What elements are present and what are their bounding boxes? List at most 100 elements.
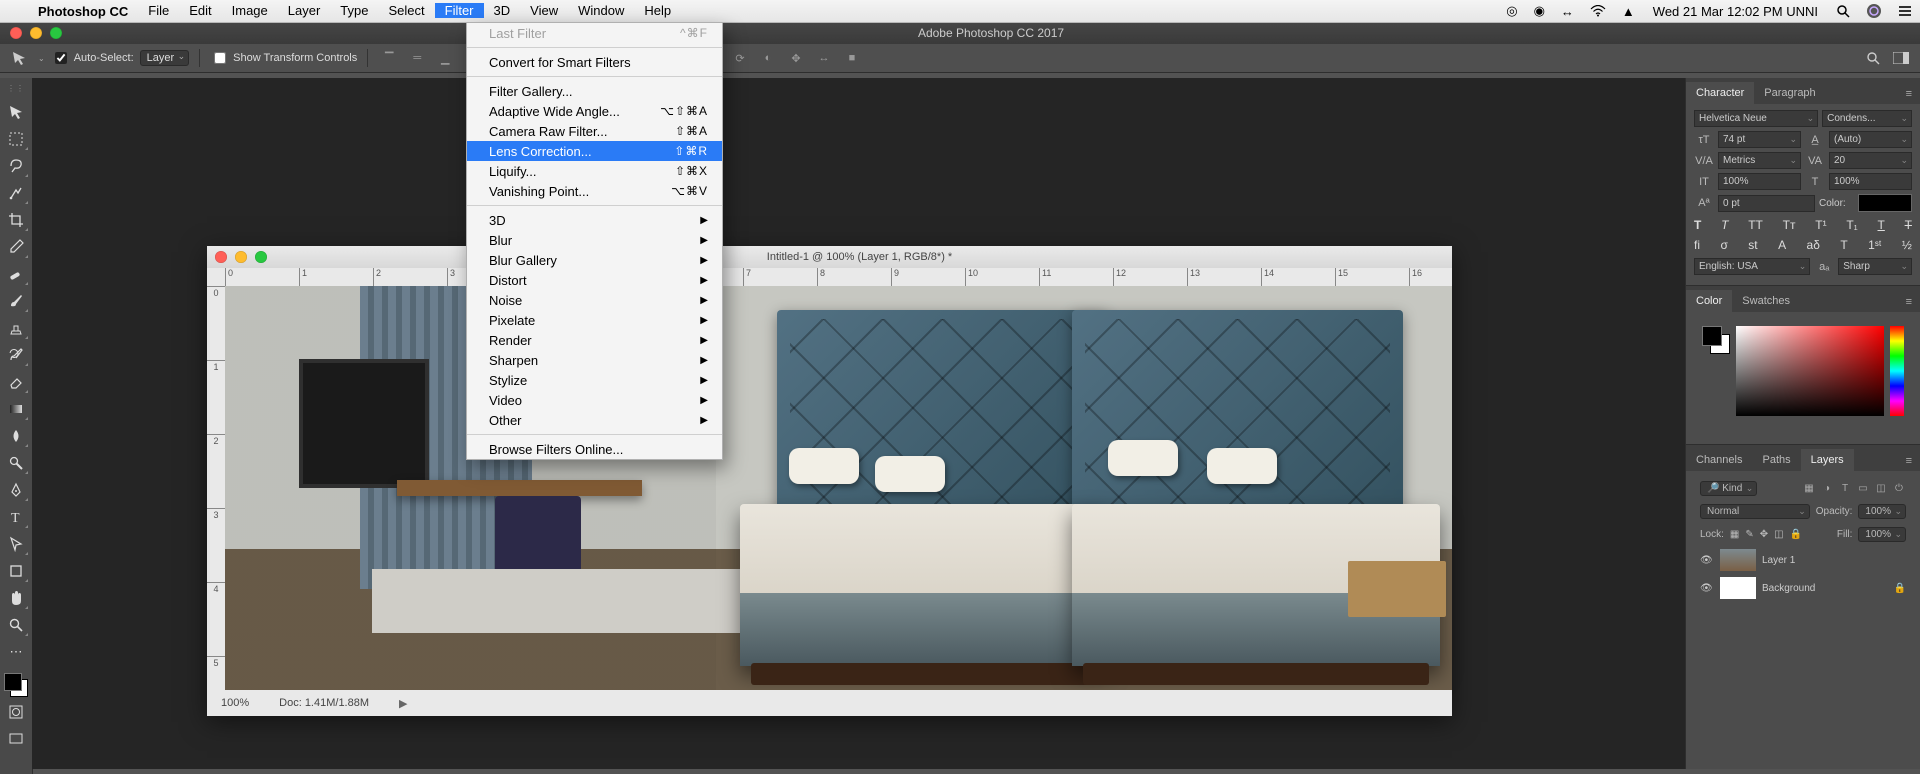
status-icon-1[interactable]: ◎ xyxy=(1498,0,1525,22)
dodge-tool[interactable] xyxy=(2,451,30,475)
kerning-field[interactable]: Metrics xyxy=(1718,152,1801,169)
3d-orbit-icon[interactable]: ⟳ xyxy=(729,48,751,68)
filter-adjust-icon[interactable]: ◑ xyxy=(1820,482,1834,496)
tab-swatches[interactable]: Swatches xyxy=(1732,290,1800,312)
hand-tool[interactable] xyxy=(2,586,30,610)
menu-select[interactable]: Select xyxy=(378,3,434,18)
antialias-dropdown[interactable]: Sharp xyxy=(1838,258,1912,275)
filter-pixels-icon[interactable]: ▦ xyxy=(1802,482,1816,496)
ot-1st-button[interactable]: 1ˢᵗ xyxy=(1868,238,1881,252)
vertical-ruler[interactable]: 012345 xyxy=(207,286,225,690)
filter-menu-item[interactable]: Lens Correction...⇧⌘R xyxy=(467,141,722,161)
subscript-button[interactable]: T₁ xyxy=(1846,218,1857,232)
screen-mode-icon[interactable] xyxy=(2,727,30,751)
align-vcenter-icon[interactable]: ═ xyxy=(406,48,428,68)
status-icon-3[interactable]: ↔ xyxy=(1553,0,1582,22)
filter-menu-item[interactable]: Liquify...⇧⌘X xyxy=(467,161,722,181)
filter-menu-item[interactable]: Filter Gallery... xyxy=(467,81,722,101)
horizontal-ruler[interactable]: 012345678910111213141516 xyxy=(207,268,1452,286)
eyedropper-tool[interactable] xyxy=(2,235,30,259)
menu-image[interactable]: Image xyxy=(222,3,278,18)
filter-menu-item[interactable]: Noise▶ xyxy=(467,290,722,310)
lasso-tool[interactable] xyxy=(2,154,30,178)
align-top-icon[interactable]: ▔ xyxy=(378,48,400,68)
filter-menu-item[interactable]: 3D▶ xyxy=(467,210,722,230)
eraser-tool[interactable] xyxy=(2,370,30,394)
3d-pan-icon[interactable]: ✥ xyxy=(785,48,807,68)
menu-type[interactable]: Type xyxy=(330,3,378,18)
workspace-switcher-icon[interactable] xyxy=(1890,48,1912,68)
status-arrow-icon[interactable]: ▶ xyxy=(399,697,407,710)
doc-minimize-button[interactable] xyxy=(235,251,247,263)
lock-position-icon[interactable]: ✥ xyxy=(1760,529,1768,540)
tab-paths[interactable]: Paths xyxy=(1752,449,1800,471)
layer-name[interactable]: Background xyxy=(1762,583,1815,594)
menu-view[interactable]: View xyxy=(520,3,568,18)
fill-field[interactable]: 100% xyxy=(1858,527,1906,542)
filter-menu-item[interactable]: Camera Raw Filter...⇧⌘A xyxy=(467,121,722,141)
lock-artboard-icon[interactable]: ◫ xyxy=(1774,529,1783,540)
tab-color[interactable]: Color xyxy=(1686,290,1732,312)
path-selection-tool[interactable] xyxy=(2,532,30,556)
layer-thumbnail[interactable] xyxy=(1720,577,1756,599)
zoom-tool[interactable] xyxy=(2,613,30,637)
ot-fi-button[interactable]: fi xyxy=(1694,238,1700,252)
filter-menu-item[interactable]: Render▶ xyxy=(467,330,722,350)
auto-select-checkbox[interactable]: Auto-Select: xyxy=(51,49,134,67)
ot-A-button[interactable]: A xyxy=(1778,238,1786,252)
font-family-dropdown[interactable]: Helvetica Neue xyxy=(1694,110,1818,127)
tool-preset-chevron-icon[interactable]: ⌄ xyxy=(38,54,45,63)
pen-tool[interactable] xyxy=(2,478,30,502)
spotlight-icon[interactable] xyxy=(1828,0,1858,22)
tab-character[interactable]: Character xyxy=(1686,82,1754,104)
superscript-button[interactable]: T¹ xyxy=(1815,218,1826,232)
siri-icon[interactable] xyxy=(1858,0,1890,22)
tracking-field[interactable]: 20 xyxy=(1829,152,1912,169)
ot-sigma-button[interactable]: σ xyxy=(1720,238,1727,252)
edit-toolbar-icon[interactable]: ⋯ xyxy=(2,640,30,664)
color-fgbg-swatch[interactable] xyxy=(1702,326,1730,354)
filter-menu-item[interactable]: Video▶ xyxy=(467,390,722,410)
filter-menu-item[interactable]: Sharpen▶ xyxy=(467,350,722,370)
app-name[interactable]: Photoshop CC xyxy=(28,4,138,19)
vscale-field[interactable]: 100% xyxy=(1718,173,1801,190)
opacity-field[interactable]: 100% xyxy=(1858,504,1906,519)
history-brush-tool[interactable] xyxy=(2,343,30,367)
leading-field[interactable]: (Auto) xyxy=(1829,131,1912,148)
3d-zoom-icon[interactable]: ■ xyxy=(841,48,863,68)
baseline-field[interactable]: 0 pt xyxy=(1718,195,1815,212)
filter-shape-icon[interactable]: ▭ xyxy=(1856,482,1870,496)
tab-layers[interactable]: Layers xyxy=(1801,449,1854,471)
notification-center-icon[interactable] xyxy=(1890,0,1920,22)
allcaps-button[interactable]: TT xyxy=(1748,218,1763,232)
language-dropdown[interactable]: English: USA xyxy=(1694,258,1810,275)
doc-close-button[interactable] xyxy=(215,251,227,263)
quick-mask-icon[interactable] xyxy=(2,700,30,724)
ot-ad-button[interactable]: aδ xyxy=(1807,238,1820,252)
zoom-window-button[interactable] xyxy=(50,27,62,39)
color-field[interactable] xyxy=(1736,326,1884,416)
italic-button[interactable]: T xyxy=(1721,218,1728,232)
color-panel-menu-icon[interactable]: ≡ xyxy=(1898,292,1920,312)
brush-tool[interactable] xyxy=(2,289,30,313)
menu-filter[interactable]: Filter xyxy=(435,3,484,18)
visibility-icon[interactable]: 👁 xyxy=(1700,555,1714,566)
panel-grip-icon[interactable]: ⋮⋮ xyxy=(7,84,25,93)
layers-panel-menu-icon[interactable]: ≡ xyxy=(1898,451,1920,471)
filter-type-icon[interactable]: T xyxy=(1838,482,1852,496)
menu-layer[interactable]: Layer xyxy=(278,3,331,18)
clone-stamp-tool[interactable] xyxy=(2,316,30,340)
menu-window[interactable]: Window xyxy=(568,3,634,18)
tab-paragraph[interactable]: Paragraph xyxy=(1754,82,1825,104)
lock-transparent-icon[interactable]: ▦ xyxy=(1730,529,1739,540)
blend-mode-dropdown[interactable]: Normal xyxy=(1700,504,1810,519)
lock-pixels-icon[interactable]: ✎ xyxy=(1745,529,1753,540)
status-icon-dropdown[interactable]: ▲ xyxy=(1614,0,1643,22)
type-tool[interactable]: T xyxy=(2,505,30,529)
filter-menu-item[interactable]: Distort▶ xyxy=(467,270,722,290)
visibility-icon[interactable]: 👁 xyxy=(1700,583,1714,594)
text-color-swatch[interactable] xyxy=(1858,194,1912,212)
gradient-tool[interactable] xyxy=(2,397,30,421)
current-tool-icon[interactable] xyxy=(6,48,32,68)
font-style-dropdown[interactable]: Condens... xyxy=(1822,110,1912,127)
